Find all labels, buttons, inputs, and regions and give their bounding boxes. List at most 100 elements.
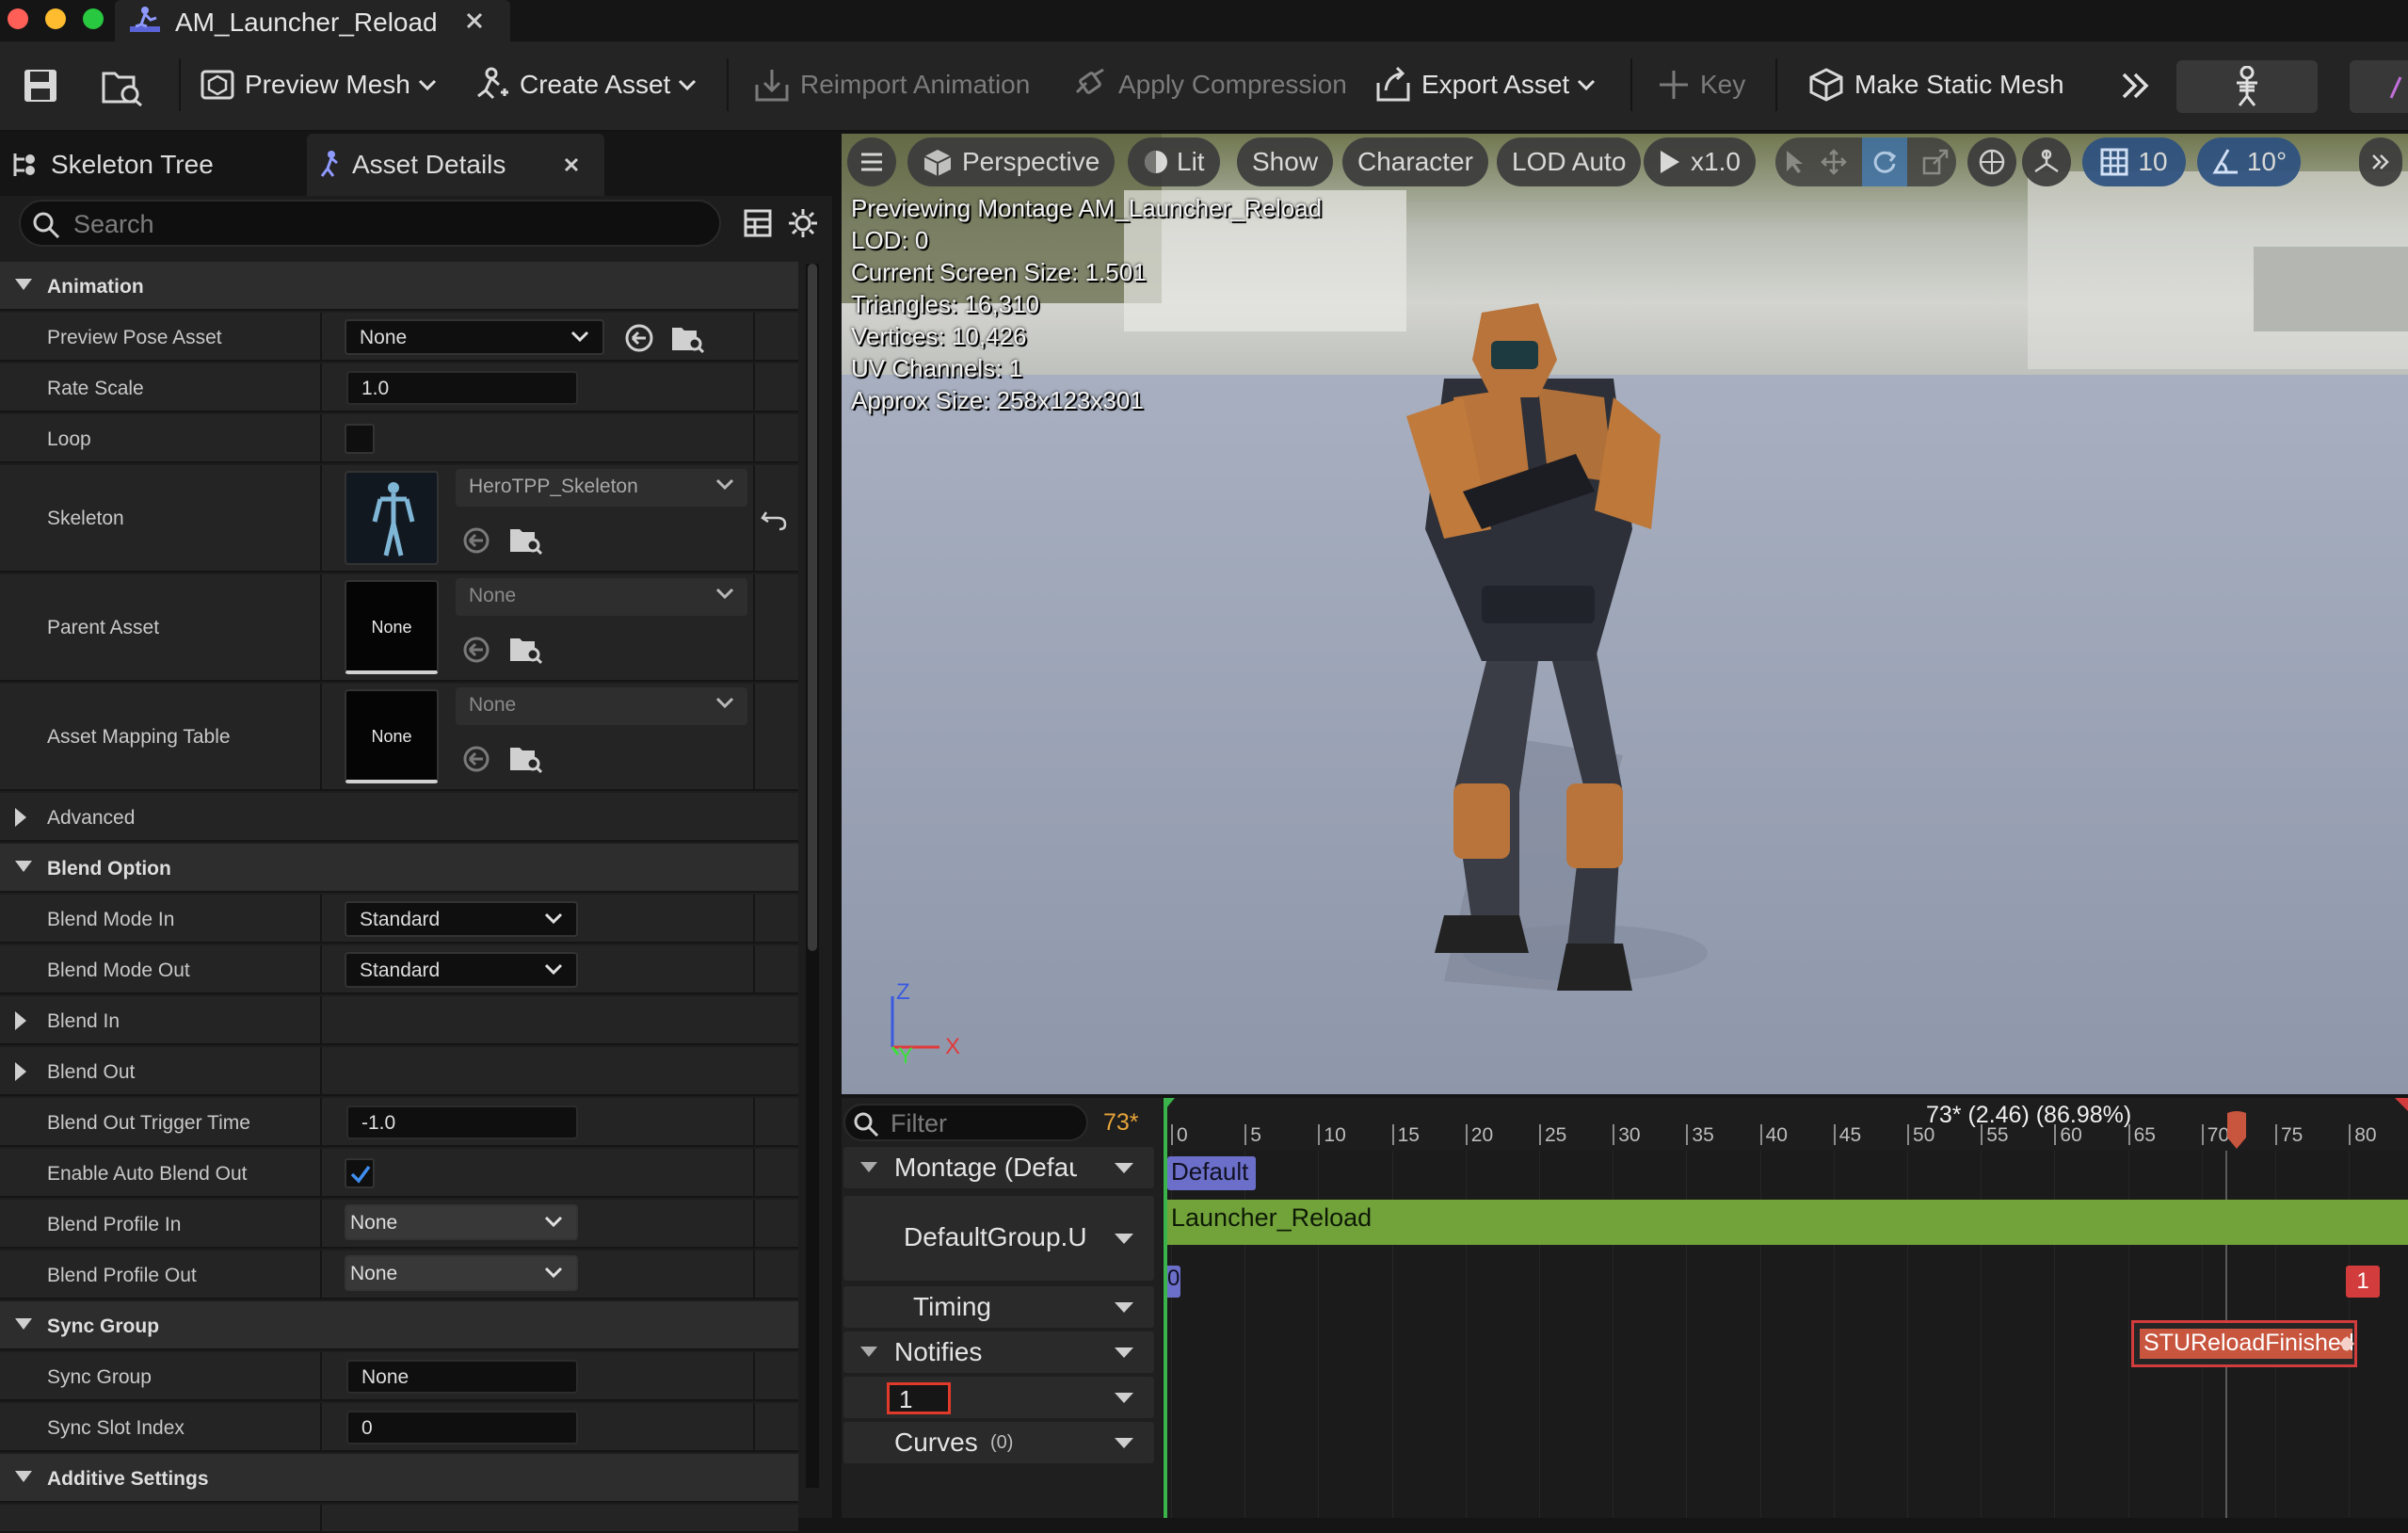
perspective-button[interactable]: Perspective (907, 137, 1116, 186)
sync-group-input[interactable]: None (346, 1360, 578, 1394)
use-selected-asset-icon[interactable] (461, 525, 491, 556)
preview-pose-asset-dropdown[interactable]: None (345, 319, 604, 355)
track-options-arrow-icon[interactable] (1115, 1347, 1133, 1359)
create-asset-button[interactable]: Create Asset (473, 55, 706, 115)
track-montage[interactable]: Montage (Defaul (843, 1147, 1154, 1188)
category-animation[interactable]: Animation (0, 262, 798, 311)
browse-asset-icon[interactable] (508, 633, 542, 665)
category-sync-group[interactable]: Sync Group (0, 1301, 798, 1350)
table-view-icon[interactable] (744, 209, 772, 237)
save-icon[interactable] (23, 68, 60, 105)
overflow-chevrons-icon[interactable] (2120, 72, 2152, 100)
collapse-arrow-icon (860, 1347, 877, 1357)
blend-mode-in-dropdown[interactable]: Standard (345, 901, 578, 937)
minimize-window-button[interactable] (45, 8, 66, 29)
category-additive-settings[interactable]: Additive Settings (0, 1454, 798, 1503)
close-tab-icon[interactable] (465, 11, 484, 30)
prop-blend-out[interactable]: Blend Out (0, 1047, 798, 1096)
rate-scale-input[interactable]: 1.0 (346, 371, 578, 405)
details-search-input[interactable]: Search (19, 200, 721, 247)
track-options-arrow-icon[interactable] (1115, 1234, 1133, 1245)
reset-to-default-icon[interactable] (761, 507, 787, 531)
tab-skeleton-tree[interactable]: Skeleton Tree (0, 134, 301, 196)
lod-button[interactable]: LOD Auto (1497, 137, 1642, 186)
track-options-arrow-icon[interactable] (1115, 1393, 1133, 1404)
timeline-filter-input[interactable]: Filter (843, 1104, 1088, 1141)
category-blend-option[interactable]: Blend Option (0, 844, 798, 893)
apply-compression-button[interactable]: Apply Compression (1071, 55, 1347, 115)
track-options-arrow-icon[interactable] (1115, 1438, 1133, 1449)
sync-slot-index-input[interactable]: 0 (346, 1411, 578, 1444)
anim-segment-launcher-reload[interactable]: Launcher_Reload (1167, 1200, 2408, 1245)
asset-mapping-dropdown[interactable]: None (456, 687, 747, 725)
use-selected-asset-icon[interactable] (461, 744, 491, 774)
time-ruler[interactable]: 0 5 10 15 20 25 30 35 40 45 50 55 60 65 70 75 80 73* (2.… (1164, 1098, 2408, 1151)
blend-mode-out-dropdown[interactable]: Standard (345, 952, 578, 988)
loop-checkbox[interactable] (345, 424, 375, 454)
local-world-toggle-button[interactable] (1967, 137, 2016, 186)
reimport-animation-button[interactable]: Reimport Animation (753, 55, 1030, 115)
lit-view-mode-button[interactable]: Lit (1128, 137, 1220, 186)
preview-viewport[interactable]: Perspective Lit Show Character LOD Auto … (842, 134, 2408, 1094)
use-selected-asset-icon[interactable] (623, 322, 655, 354)
surface-snapping-button[interactable] (2022, 137, 2071, 186)
group-advanced[interactable]: Advanced (0, 793, 798, 842)
timing-marker-start[interactable]: 0 (1167, 1266, 1180, 1298)
browse-asset-icon[interactable] (508, 524, 542, 556)
playhead-handle-icon[interactable] (2223, 1109, 2250, 1151)
asset-mapping-thumbnail[interactable]: None (345, 689, 439, 783)
scrollbar-thumb[interactable] (808, 264, 817, 951)
show-flags-button[interactable]: Show (1237, 137, 1334, 186)
blend-profile-in-dropdown[interactable]: None (345, 1204, 578, 1240)
track-default-group[interactable]: DefaultGroup.Up (843, 1196, 1154, 1281)
preview-mesh-button[interactable]: Preview Mesh (200, 55, 446, 115)
playback-speed-button[interactable]: x1.0 (1644, 137, 1756, 186)
character-button[interactable]: Character (1342, 137, 1488, 186)
settings-gear-icon[interactable] (787, 207, 819, 239)
prop-blend-in[interactable]: Blend In (0, 996, 798, 1045)
track-notify-1[interactable]: 1 (843, 1377, 1154, 1418)
parent-asset-thumbnail[interactable]: None (345, 580, 439, 674)
viewport-more-button[interactable] (2359, 137, 2402, 186)
tab-asset-details[interactable]: Asset Details (307, 134, 604, 196)
timing-marker-notify[interactable]: 1 (2346, 1266, 2380, 1298)
track-options-arrow-icon[interactable] (1115, 1302, 1133, 1314)
browse-asset-icon[interactable] (508, 742, 542, 774)
make-static-mesh-button[interactable]: Make Static Mesh (1807, 55, 2064, 115)
rotation-snap-button[interactable]: 10° (2197, 137, 2301, 186)
blend-profile-out-dropdown[interactable]: None (345, 1255, 578, 1291)
track-notifies[interactable]: Notifies (843, 1331, 1154, 1373)
close-tab-icon[interactable] (563, 156, 580, 173)
browse-asset-icon[interactable] (102, 66, 145, 107)
viewport-options-button[interactable] (847, 137, 896, 186)
track-curves[interactable]: Curves (0) (843, 1422, 1154, 1463)
browse-asset-icon[interactable] (670, 322, 704, 354)
blend-out-trigger-time-input[interactable]: -1.0 (346, 1105, 578, 1139)
grid-snap-button[interactable]: 10 (2082, 137, 2186, 186)
add-key-button[interactable]: Key (1657, 55, 1745, 115)
document-tab[interactable]: AM_Launcher_Reload (115, 0, 510, 41)
export-asset-button[interactable]: Export Asset (1374, 55, 1605, 115)
skeleton-asset-dropdown[interactable]: HeroTPP_Skeleton (456, 469, 747, 507)
select-tool-icon[interactable] (1783, 149, 1806, 175)
rotate-tool-button[interactable] (1862, 137, 1907, 186)
close-window-button[interactable] (8, 8, 28, 29)
enable-auto-blend-out-checkbox[interactable] (345, 1158, 375, 1188)
montage-section-default[interactable]: Default (1167, 1156, 1256, 1190)
details-scrollbar[interactable] (806, 264, 819, 1488)
skeleton-mode-button[interactable] (2176, 60, 2318, 113)
notify-stu-reload-finished[interactable]: STUReloadFinishedAnimNoti (2131, 1320, 2357, 1367)
skeleton-thumbnail[interactable] (345, 471, 439, 565)
track-options-arrow-icon[interactable] (1115, 1163, 1133, 1174)
category-label: Blend Option (47, 858, 171, 879)
animation-mode-button[interactable] (2350, 60, 2408, 113)
track-timing[interactable]: Timing (843, 1286, 1154, 1328)
maximize-window-button[interactable] (83, 8, 104, 29)
mesh-icon (201, 70, 234, 100)
parent-asset-dropdown[interactable]: None (456, 578, 747, 616)
scale-tool-icon[interactable] (1922, 149, 1949, 175)
notify-track-name-input[interactable]: 1 (887, 1382, 951, 1414)
use-selected-asset-icon[interactable] (461, 635, 491, 665)
track-area[interactable]: Default Launcher_Reload 0 1 STUReloadFin… (1164, 1151, 2408, 1518)
translate-tool-icon[interactable] (1821, 149, 1847, 175)
